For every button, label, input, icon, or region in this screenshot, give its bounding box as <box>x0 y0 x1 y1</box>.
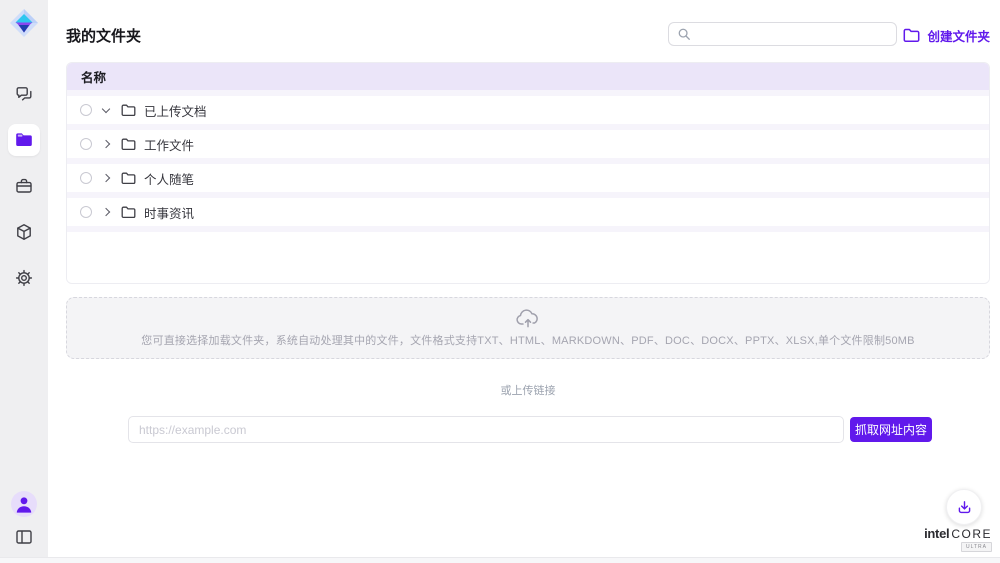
search-input[interactable] <box>697 23 896 45</box>
create-folder-icon <box>903 28 920 43</box>
expand-toggle[interactable] <box>97 108 115 112</box>
folder-row[interactable]: 工作文件 <box>67 130 989 158</box>
gear-icon <box>14 268 34 288</box>
url-input[interactable] <box>128 416 844 443</box>
row-label: 个人随笔 <box>144 169 194 188</box>
row-label: 工作文件 <box>144 135 194 154</box>
row-checkbox[interactable] <box>80 206 92 218</box>
column-name-header: 名称 <box>81 67 106 86</box>
expand-toggle[interactable] <box>97 209 115 215</box>
search-icon <box>677 27 691 41</box>
folder-row[interactable]: 已上传文档 <box>67 96 989 124</box>
user-avatar[interactable] <box>11 491 37 517</box>
row-checkbox[interactable] <box>80 138 92 150</box>
table-header: 名称 <box>67 63 989 90</box>
row-label: 已上传文档 <box>144 101 207 120</box>
folder-icon <box>15 132 33 148</box>
folder-table: 名称 已上传文档 工作文件 <box>66 62 990 284</box>
folder-icon <box>121 104 136 117</box>
folder-icon <box>121 206 136 219</box>
folder-icon <box>121 172 136 185</box>
search-box[interactable] <box>668 22 897 46</box>
upload-hint: 您可直接选择加载文件夹，系统自动处理其中的文件，文件格式支持TXT、HTML、M… <box>141 332 914 348</box>
briefcase-icon <box>14 176 34 196</box>
collapse-panel-icon[interactable] <box>14 527 34 547</box>
table-empty-area <box>67 232 989 283</box>
sidebar-item-models[interactable] <box>8 216 40 248</box>
folder-icon <box>121 138 136 151</box>
sidebar-item-chat[interactable] <box>8 78 40 110</box>
expand-toggle[interactable] <box>97 175 115 181</box>
sidebar <box>0 0 48 563</box>
or-upload-link-label: 或上传链接 <box>66 382 990 398</box>
folder-row[interactable]: 时事资讯 <box>67 198 989 226</box>
expand-toggle[interactable] <box>97 141 115 147</box>
chevron-icon <box>102 140 110 148</box>
intel-core-ultra-logo: intel core ultra <box>924 526 992 552</box>
create-folder-label: 创建文件夹 <box>927 26 990 45</box>
window-bottom-edge <box>0 557 1000 563</box>
download-icon <box>956 499 973 516</box>
intel-brand-text: intel <box>924 526 949 541</box>
chat-icon <box>14 84 34 104</box>
row-checkbox[interactable] <box>80 172 92 184</box>
sidebar-item-workspace[interactable] <box>8 170 40 202</box>
download-button[interactable] <box>946 489 982 525</box>
fetch-url-button[interactable]: 抓取网址内容 <box>850 417 932 442</box>
sidebar-item-settings[interactable] <box>8 262 40 294</box>
page-title: 我的文件夹 <box>66 25 141 46</box>
core-brand-text: core <box>951 527 992 541</box>
folder-row[interactable]: 个人随笔 <box>67 164 989 192</box>
cloud-upload-icon <box>515 308 541 329</box>
chevron-icon <box>102 105 110 113</box>
row-label: 时事资讯 <box>144 203 194 222</box>
ultra-badge: ultra <box>961 542 992 552</box>
app-logo <box>9 8 39 38</box>
chevron-icon <box>102 208 110 216</box>
cube-icon <box>14 222 34 242</box>
chevron-icon <box>102 174 110 182</box>
sidebar-item-folders[interactable] <box>8 124 40 156</box>
folder-rows: 已上传文档 工作文件 个人随笔 <box>67 90 989 232</box>
upload-dropzone[interactable]: 您可直接选择加载文件夹，系统自动处理其中的文件，文件格式支持TXT、HTML、M… <box>66 297 990 359</box>
create-folder-button[interactable]: 创建文件夹 <box>903 25 990 45</box>
row-checkbox[interactable] <box>80 104 92 116</box>
